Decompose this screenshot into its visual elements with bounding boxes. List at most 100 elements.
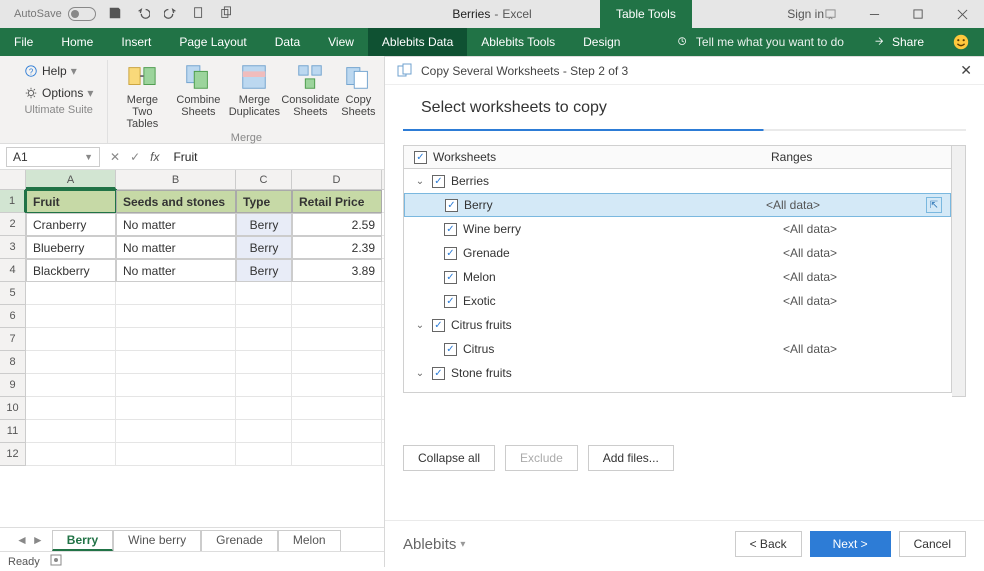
ribbon-tab-ablebits-tools[interactable]: Ablebits Tools xyxy=(467,28,569,56)
tell-me-search[interactable]: Tell me what you want to do xyxy=(662,28,858,56)
ribbon-tab-ablebits-data[interactable]: Ablebits Data xyxy=(368,28,467,56)
sheet-nav-next-icon[interactable]: ► xyxy=(32,533,44,547)
undo-icon[interactable] xyxy=(136,6,150,23)
cell[interactable]: 3.89 xyxy=(292,259,382,282)
tree-worksheet[interactable]: ✓Citrus<All data> xyxy=(404,337,951,361)
tree-workbook[interactable]: ⌄✓Berries xyxy=(404,169,951,193)
row-header[interactable]: 6 xyxy=(0,305,26,328)
tree-workbook[interactable]: ⌄✓Citrus fruits xyxy=(404,313,951,337)
cell[interactable] xyxy=(26,305,116,328)
cell[interactable]: Berry xyxy=(236,236,292,259)
cell[interactable]: Berry xyxy=(236,213,292,236)
select-all-corner[interactable] xyxy=(0,170,26,189)
cell[interactable]: No matter xyxy=(116,213,236,236)
sheet-tab[interactable]: Berry xyxy=(52,530,113,551)
tree-worksheet[interactable]: ✓Grenade<All data> xyxy=(404,241,951,265)
cancel-button[interactable]: Cancel xyxy=(899,531,966,557)
cell[interactable] xyxy=(292,443,382,466)
ribbon-tab-file[interactable]: File xyxy=(0,28,47,56)
cell[interactable] xyxy=(292,282,382,305)
collapse-all-button[interactable]: Collapse all xyxy=(403,445,495,471)
autosave-toggle[interactable]: AutoSave xyxy=(0,7,96,21)
checkbox[interactable]: ✓ xyxy=(432,367,445,380)
help-button[interactable]: ?Help ▾ xyxy=(16,60,101,82)
cell[interactable] xyxy=(236,374,292,397)
share-button[interactable]: Share xyxy=(858,28,938,56)
fx-icon[interactable]: fx xyxy=(150,150,159,164)
worksheet-tree[interactable]: ⌄✓Berries✓Berry<All data>⇱✓Wine berry<Al… xyxy=(403,169,952,393)
tree-worksheet[interactable]: ✓Exotic<All data> xyxy=(404,289,951,313)
save-icon[interactable] xyxy=(108,6,122,23)
ribbon-tab-view[interactable]: View xyxy=(314,28,368,56)
cell[interactable]: No matter xyxy=(116,259,236,282)
add-files-button[interactable]: Add files... xyxy=(588,445,674,471)
tree-worksheet[interactable]: ✓Melon<All data> xyxy=(404,265,951,289)
checkbox[interactable]: ✓ xyxy=(444,343,457,356)
cell[interactable] xyxy=(26,397,116,420)
cell[interactable] xyxy=(116,282,236,305)
cell[interactable] xyxy=(116,443,236,466)
sheet-tab[interactable]: Melon xyxy=(278,530,341,551)
cell[interactable] xyxy=(236,351,292,374)
cell[interactable] xyxy=(236,420,292,443)
next-button[interactable]: Next > xyxy=(810,531,891,557)
row-header[interactable]: 4 xyxy=(0,259,26,282)
ribbon-tab-design[interactable]: Design xyxy=(569,28,634,56)
cell[interactable]: Fruit xyxy=(26,190,116,213)
name-box[interactable]: A1▼ xyxy=(6,147,100,167)
cell[interactable] xyxy=(236,443,292,466)
cell[interactable] xyxy=(116,305,236,328)
cell[interactable]: 2.39 xyxy=(292,236,382,259)
chevron-down-icon[interactable]: ⌄ xyxy=(414,176,426,187)
cell[interactable] xyxy=(26,374,116,397)
column-header[interactable]: B xyxy=(116,170,236,189)
select-all-checkbox[interactable]: ✓ xyxy=(414,151,427,164)
row-header[interactable]: 9 xyxy=(0,374,26,397)
row-header[interactable]: 12 xyxy=(0,443,26,466)
cell[interactable] xyxy=(236,328,292,351)
cell[interactable] xyxy=(236,397,292,420)
ribbon-tab-insert[interactable]: Insert xyxy=(107,28,165,56)
checkbox[interactable]: ✓ xyxy=(432,175,445,188)
minimize-icon[interactable] xyxy=(852,0,896,28)
merge-two-tables-button[interactable]: Merge Two Tables xyxy=(114,60,170,132)
redo-icon[interactable] xyxy=(164,6,178,23)
cell[interactable] xyxy=(236,282,292,305)
cell[interactable]: Berry xyxy=(236,259,292,282)
cell[interactable] xyxy=(26,282,116,305)
options-button[interactable]: Options ▾ xyxy=(16,82,101,104)
sheet-tab[interactable]: Grenade xyxy=(201,530,278,551)
copy-sheets-button[interactable]: Copy Sheets xyxy=(338,60,378,132)
combine-sheets-button[interactable]: Combine Sheets xyxy=(170,60,226,132)
cell[interactable] xyxy=(116,420,236,443)
cell[interactable] xyxy=(116,397,236,420)
cell[interactable]: Retail Price xyxy=(292,190,382,213)
checkbox[interactable]: ✓ xyxy=(444,247,457,260)
copy-sheets-qat-icon[interactable] xyxy=(220,6,234,23)
cell[interactable] xyxy=(292,305,382,328)
cell[interactable] xyxy=(292,420,382,443)
cell[interactable] xyxy=(292,374,382,397)
select-range-icon[interactable]: ⇱ xyxy=(926,197,942,213)
ribbon-options-icon[interactable] xyxy=(808,0,852,28)
ribbon-tab-home[interactable]: Home xyxy=(47,28,107,56)
scrollbar[interactable] xyxy=(952,145,966,397)
exclude-button[interactable]: Exclude xyxy=(505,445,578,471)
chevron-down-icon[interactable]: ⌄ xyxy=(414,320,426,331)
tree-worksheet[interactable]: ✓Berry<All data>⇱ xyxy=(404,193,951,217)
row-header[interactable]: 7 xyxy=(0,328,26,351)
tree-workbook[interactable]: ⌄✓Stone fruits xyxy=(404,361,951,385)
merge-duplicates-button[interactable]: Merge Duplicates xyxy=(226,60,282,132)
checkbox[interactable]: ✓ xyxy=(445,199,458,212)
chevron-down-icon[interactable]: ⌄ xyxy=(414,368,426,379)
cell[interactable]: Blueberry xyxy=(26,236,116,259)
ribbon-tab-data[interactable]: Data xyxy=(261,28,314,56)
checkbox[interactable]: ✓ xyxy=(432,319,445,332)
row-header[interactable]: 3 xyxy=(0,236,26,259)
row-header[interactable]: 1 xyxy=(0,190,26,213)
cell[interactable] xyxy=(292,397,382,420)
cell[interactable] xyxy=(26,420,116,443)
cell[interactable]: 2.59 xyxy=(292,213,382,236)
sheet-nav-prev-icon[interactable]: ◄ xyxy=(16,533,28,547)
column-header[interactable]: D xyxy=(292,170,382,189)
